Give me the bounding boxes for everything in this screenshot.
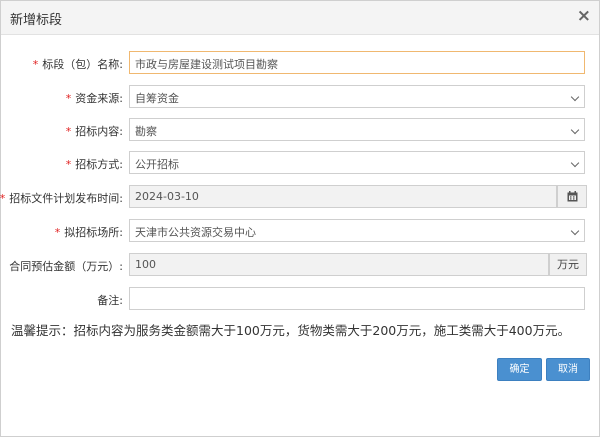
- required-mark: *: [65, 92, 72, 105]
- contract-amount-input[interactable]: 100 万元: [129, 253, 587, 276]
- required-mark: *: [65, 125, 72, 138]
- required-mark: *: [0, 192, 6, 205]
- dialog-header: 新增标段 ×: [1, 1, 599, 35]
- tender-content-select[interactable]: 勘察: [129, 118, 585, 141]
- amount-unit-addon: 万元: [549, 253, 587, 276]
- field-label-publish-date: * 招标文件计划发布时间:: [0, 192, 123, 205]
- field-label-tender-content: * 招标内容:: [65, 125, 123, 138]
- required-mark: *: [32, 58, 39, 71]
- tender-method-select[interactable]: 公开招标: [129, 151, 585, 174]
- required-mark: *: [65, 158, 72, 171]
- cancel-button[interactable]: 取消: [546, 358, 590, 381]
- field-label-contract-amount: 合同预估金额（万元）:: [9, 260, 123, 273]
- fund-source-select[interactable]: 自筹资金: [129, 85, 585, 108]
- field-label-remark: 备注:: [97, 294, 123, 307]
- close-icon[interactable]: ×: [577, 6, 591, 26]
- tender-venue-select[interactable]: 天津市公共资源交易中心: [129, 219, 585, 242]
- section-name-input[interactable]: 市政与房屋建设测试项目勘察: [129, 51, 585, 74]
- chevron-down-icon: [570, 125, 580, 135]
- remark-input[interactable]: [129, 287, 585, 310]
- dialog: 新增标段 × * 标段（包）名称: 市政与房屋建设测试项目勘察 * 资金来源: 自筹…: [0, 0, 600, 437]
- dialog-title: 新增标段: [10, 13, 63, 28]
- chevron-down-icon: [570, 158, 580, 168]
- confirm-button[interactable]: 确定: [497, 358, 542, 381]
- field-label-tender-venue: * 拟招标场所:: [54, 226, 123, 239]
- required-mark: *: [54, 226, 61, 239]
- field-label-section-name: * 标段（包）名称:: [32, 58, 123, 71]
- field-label-tender-method: * 招标方式:: [65, 158, 123, 171]
- chevron-down-icon: [570, 92, 580, 102]
- warm-tip-text: 温馨提示：招标内容为服务类金额需大于100万元，货物类需大于200万元，施工类需…: [11, 323, 571, 338]
- publish-date-input[interactable]: 2024-03-10: [129, 185, 587, 208]
- calendar-icon: [567, 191, 577, 202]
- chevron-down-icon: [570, 226, 580, 236]
- calendar-button[interactable]: [557, 185, 587, 208]
- field-label-fund-source: * 资金来源:: [65, 92, 123, 105]
